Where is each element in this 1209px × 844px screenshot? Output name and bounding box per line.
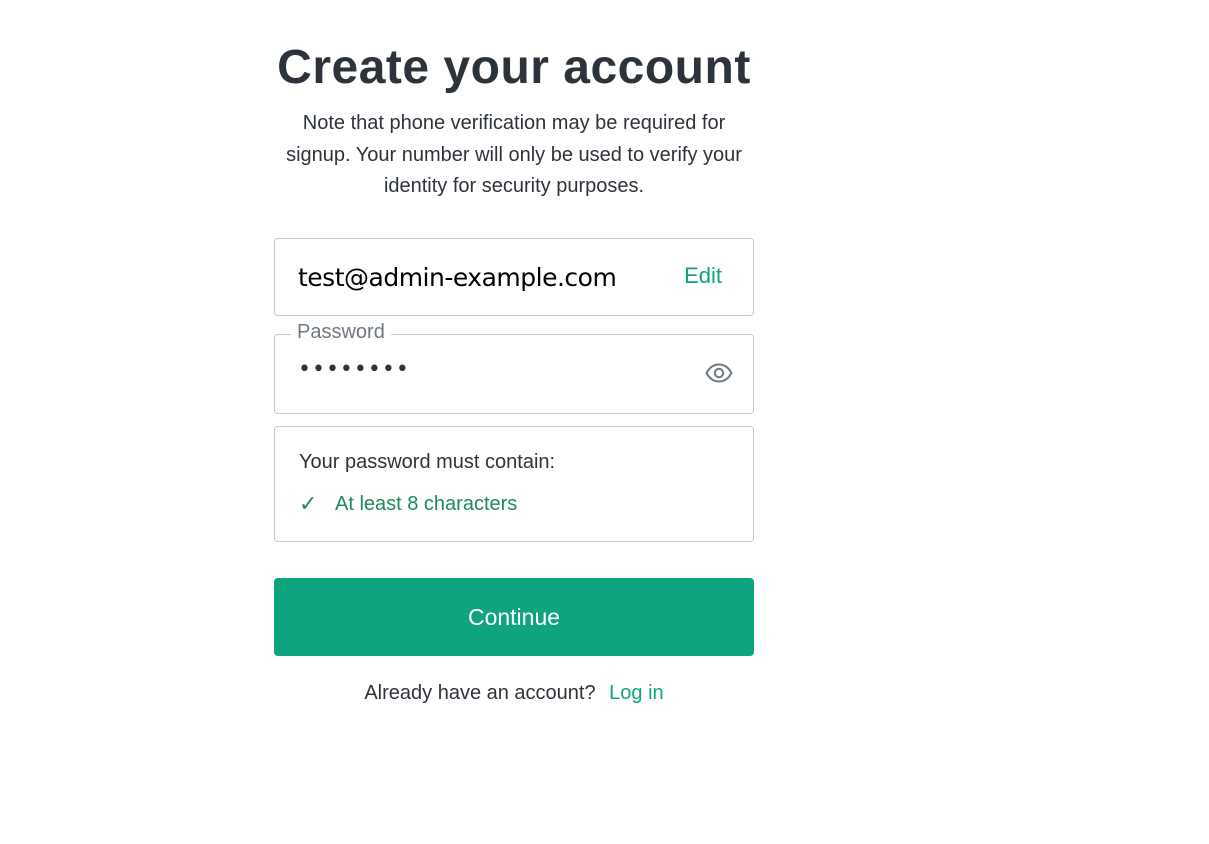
page-subtitle: Note that phone verification may be requ… — [286, 112, 742, 197]
page-title: Create your account — [277, 41, 751, 94]
eye-icon[interactable] — [703, 359, 735, 387]
edit-email-button[interactable]: Edit — [684, 263, 722, 289]
login-link[interactable]: Log in — [609, 682, 664, 704]
email-value: test@admin-example.com — [298, 263, 617, 292]
password-label: Password — [291, 321, 391, 344]
password-input[interactable]: •••••••• — [298, 357, 410, 382]
login-prompt-text: Already have an account? — [364, 682, 596, 704]
email-field: test@admin-example.com Edit — [274, 238, 754, 316]
checkmark-icon: ✓ — [299, 491, 318, 516]
password-field[interactable]: Password •••••••• — [274, 321, 754, 414]
password-requirements: Your password must contain: ✓ At least 8… — [274, 426, 754, 542]
signup-form: Create your account Note that phone veri… — [274, 40, 754, 704]
requirement-label: At least 8 characters — [335, 492, 518, 515]
login-prompt: Already have an account? Log in — [274, 682, 754, 705]
requirement-item: ✓ At least 8 characters — [299, 491, 517, 517]
requirements-title: Your password must contain: — [299, 451, 556, 473]
continue-button[interactable]: Continue — [274, 578, 754, 656]
